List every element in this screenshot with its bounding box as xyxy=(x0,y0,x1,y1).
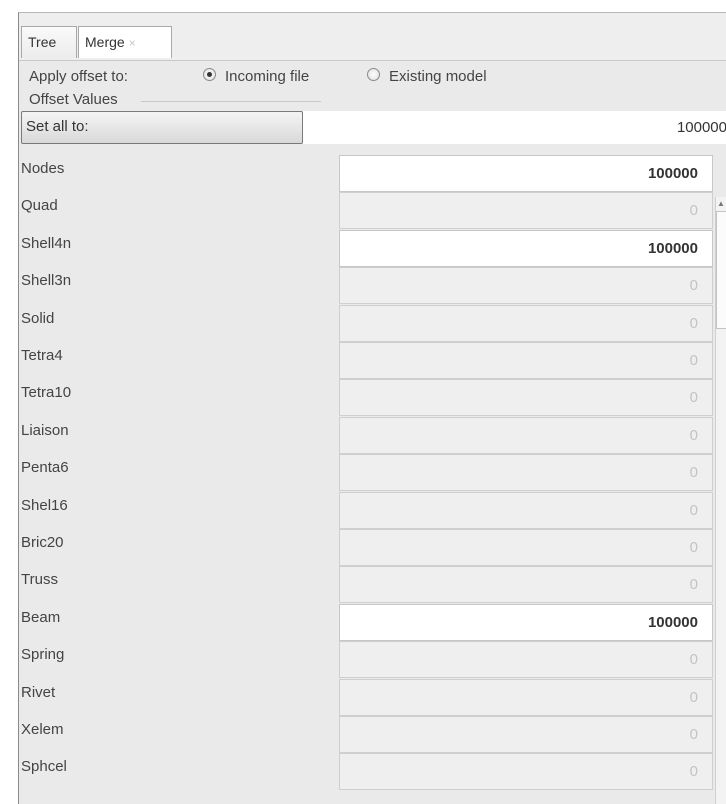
table-row: Shel16 0 xyxy=(19,491,726,529)
offset-value-field[interactable]: 0 xyxy=(339,304,713,342)
offset-value-field[interactable]: 0 xyxy=(339,267,713,305)
apply-offset-label: Apply offset to: xyxy=(29,68,128,85)
offset-values-title: Offset Values xyxy=(29,91,118,108)
row-label: Rivet xyxy=(21,683,56,701)
table-row: Quad 0 xyxy=(19,192,726,230)
offset-value-field[interactable]: 100000 xyxy=(339,155,713,192)
table-row: Liaison 0 xyxy=(19,416,726,454)
tab-merge-label: Merge xyxy=(85,34,125,50)
table-row: Beam 100000 xyxy=(19,603,726,641)
row-label: Xelem xyxy=(21,721,64,738)
row-label: Bric20 xyxy=(21,534,64,551)
tab-tree[interactable]: Tree xyxy=(21,26,77,58)
table-row: Solid 0 xyxy=(19,304,726,342)
row-label: Spring xyxy=(21,646,65,664)
table-row: Bric20 0 xyxy=(19,529,726,566)
offset-value-field[interactable]: 0 xyxy=(339,342,713,379)
row-label: Nodes xyxy=(21,160,65,177)
close-icon[interactable]: × xyxy=(129,36,136,50)
row-label: Tetra4 xyxy=(21,347,63,364)
incoming-file-label[interactable]: Incoming file xyxy=(225,68,309,85)
offset-value-field[interactable]: 0 xyxy=(339,454,713,492)
table-row: Penta6 0 xyxy=(19,454,726,492)
row-label: Shell3n xyxy=(21,272,72,290)
row-label: Shel16 xyxy=(21,496,68,514)
offset-value-field[interactable]: 0 xyxy=(339,529,713,566)
offset-value-field[interactable]: 0 xyxy=(339,416,713,454)
tab-merge[interactable]: Merge × xyxy=(78,26,172,58)
row-label: Quad xyxy=(21,197,58,215)
scrollbar-thumb[interactable] xyxy=(716,211,726,329)
offset-value-field[interactable]: 0 xyxy=(339,678,713,716)
row-label: Sphcel xyxy=(21,758,67,776)
table-row: Sphcel 0 xyxy=(19,753,726,791)
offset-value-field[interactable]: 0 xyxy=(339,491,713,529)
row-label: Truss xyxy=(21,571,58,589)
offset-value-field[interactable]: 0 xyxy=(339,753,713,791)
table-row: Tetra4 0 xyxy=(19,342,726,379)
existing-model-label[interactable]: Existing model xyxy=(389,68,487,85)
offset-value-field[interactable]: 0 xyxy=(339,716,713,753)
offset-value-field[interactable]: 100000 xyxy=(339,229,713,267)
row-label: Penta6 xyxy=(21,459,69,477)
set-all-button[interactable]: Set all to: xyxy=(21,111,303,144)
tab-tree-label: Tree xyxy=(28,34,57,50)
table-row: Tetra10 0 xyxy=(19,379,726,417)
table-row: Truss 0 xyxy=(19,566,726,604)
incoming-file-radio[interactable] xyxy=(203,68,216,81)
table-row: Shell3n 0 xyxy=(19,267,726,305)
offset-value-field[interactable]: 0 xyxy=(339,566,713,604)
row-label: Solid xyxy=(21,309,55,327)
row-label: Tetra10 xyxy=(21,384,72,402)
scroll-up-icon[interactable]: ▲ xyxy=(717,199,725,208)
table-row: Rivet 0 xyxy=(19,678,726,716)
offset-value-field[interactable]: 0 xyxy=(339,641,713,679)
merge-panel: Tree Merge × Apply offset to: Incoming fi… xyxy=(18,12,726,804)
offset-value-field[interactable]: 100000 xyxy=(339,603,713,641)
offset-value-field[interactable]: 0 xyxy=(339,192,713,230)
row-label: Liaison xyxy=(21,421,69,439)
table-row: Xelem 0 xyxy=(19,716,726,753)
table-row: Nodes 100000 xyxy=(19,155,726,192)
table-row: Spring 0 xyxy=(19,641,726,679)
existing-model-radio[interactable] xyxy=(367,68,380,81)
row-label: Beam xyxy=(21,608,61,626)
offset-value-field[interactable]: 0 xyxy=(339,379,713,417)
table-row: Shell4n 100000 xyxy=(19,229,726,267)
row-label: Shell4n xyxy=(21,234,72,252)
tab-bar: Tree Merge × xyxy=(19,13,726,61)
group-divider xyxy=(141,101,321,102)
set-all-input[interactable]: 100000 xyxy=(303,111,726,144)
